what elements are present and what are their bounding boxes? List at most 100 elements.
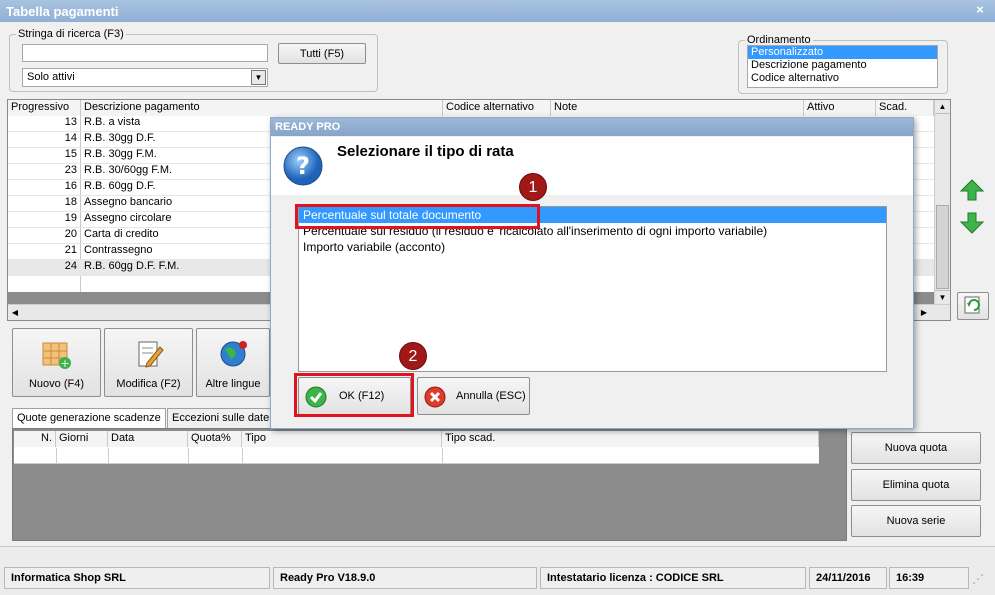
row-description: Contrassegno [84,244,153,256]
arrow-down-icon [959,212,985,234]
edit-button[interactable]: Modifica (F2) [104,328,193,397]
scroll-right-icon[interactable]: ▶ [917,305,931,320]
dialog-question: Selezionare il tipo di rata [337,143,514,160]
status-time: 16:39 [889,567,969,589]
row-number: 13 [64,116,77,128]
rate-type-list[interactable]: Percentuale sul totale documento Percent… [298,206,887,372]
row-description: R.B. 60gg D.F. [84,180,156,192]
cell-divider [242,448,243,464]
languages-button[interactable]: Altre lingue [196,328,270,397]
rate-type-dialog: READY PRO ? Selezionare il tipo di rata … [270,117,914,429]
row-description: R.B. 30gg F.M. [84,148,157,160]
vertical-scrollbar[interactable]: ▲ ▼ [934,100,950,304]
step-marker-2: 2 [399,342,427,370]
status-license: Intestatario licenza : CODICE SRL [540,567,806,589]
svg-text:+: + [60,357,69,369]
row-number: 20 [64,228,77,240]
rate-option[interactable]: Importo variabile (acconto) [299,239,886,255]
svg-text:?: ? [296,152,310,180]
col-header-codice[interactable]: Codice alternativo [443,100,551,116]
col-header-scad[interactable]: Scad. [876,100,934,116]
row-number: 21 [64,244,77,256]
row-description: Assegno bancario [84,196,173,208]
quote-col-n[interactable]: N. [14,431,56,447]
refresh-icon [964,296,980,314]
languages-button-label: Altre lingue [205,378,261,390]
window-title-bar: Tabella pagamenti [0,0,995,22]
edit-button-label: Modifica (F2) [116,378,181,390]
row-description: R.B. 30gg D.F. [84,132,156,144]
quote-col-quota[interactable]: Quota% [188,431,242,447]
step-marker-1: 1 [519,173,547,201]
quote-col-giorni[interactable]: Giorni [56,431,108,447]
row-description: Assegno circolare [84,212,172,224]
all-button[interactable]: Tutti (F5) [278,43,366,64]
row-description: R.B. a vista [84,116,141,128]
chevron-down-icon[interactable]: ▼ [251,70,266,85]
quote-col-tipo-scad[interactable]: Tipo scad. [442,431,819,447]
cancel-button-label: Annulla (ESC) [456,390,526,402]
scroll-up-icon[interactable]: ▲ [935,100,950,114]
dialog-title-bar: READY PRO [271,118,913,136]
refresh-button[interactable] [957,292,989,320]
new-quota-button[interactable]: Nuova quota [851,432,981,464]
new-series-button[interactable]: Nuova serie [851,505,981,537]
row-number: 23 [64,164,77,176]
close-icon[interactable]: × [973,3,987,17]
tab-exceptions[interactable]: Eccezioni sulle date [167,408,275,428]
scroll-left-icon[interactable]: ◀ [8,305,22,320]
quote-row[interactable] [14,448,819,464]
new-grid-icon: + [42,342,71,370]
quote-grid[interactable]: N. Giorni Data Quota% Tipo Tipo scad. [12,428,847,541]
dialog-header: ? Selezionare il tipo di rata [271,137,913,195]
new-button[interactable]: + Nuovo (F4) [12,328,101,397]
sort-option[interactable]: Descrizione pagamento [748,59,937,72]
sort-list[interactable]: Personalizzato Descrizione pagamento Cod… [747,45,938,88]
new-button-label: Nuovo (F4) [28,378,85,390]
status-company: Informatica Shop SRL [4,567,270,589]
arrow-up-icon [959,179,985,201]
globe-icon [220,341,247,367]
quote-col-tipo[interactable]: Tipo [242,431,442,447]
move-down-button[interactable] [958,210,986,236]
quote-col-data[interactable]: Data [108,431,188,447]
col-header-progressivo[interactable]: Progressivo [8,100,81,116]
edit-document-icon [138,341,164,368]
dialog-title: READY PRO [275,121,341,133]
row-number: 14 [64,132,77,144]
window-title: Tabella pagamenti [6,4,119,19]
row-number: 19 [64,212,77,224]
cancel-button[interactable]: Annulla (ESC) [417,377,530,415]
tab-quote[interactable]: Quote generazione scadenze [12,408,166,429]
col-header-attivo[interactable]: Attivo [804,100,876,116]
col-header-descrizione[interactable]: Descrizione pagamento [81,100,443,116]
scroll-thumb[interactable] [936,205,949,289]
row-number: 15 [64,148,77,160]
close-icon [424,386,446,408]
scroll-down-icon[interactable]: ▼ [935,290,950,304]
sort-option[interactable]: Codice alternativo [748,72,937,85]
col-header-note[interactable]: Note [551,100,804,116]
highlight-box-option [295,204,540,229]
row-description: Carta di credito [84,228,159,240]
status-version: Ready Pro V18.9.0 [273,567,537,589]
sort-option[interactable]: Personalizzato [748,46,937,59]
question-icon: ? [283,146,323,186]
resize-grip-icon[interactable]: ⋰ [972,572,990,590]
row-number: 16 [64,180,77,192]
highlight-box-ok [294,373,414,417]
search-legend: Stringa di ricerca (F3) [18,28,124,40]
search-input[interactable] [22,44,268,62]
move-up-button[interactable] [958,177,986,203]
filter-select-value: Solo attivi [27,71,75,83]
cell-divider [442,448,443,464]
filter-select[interactable]: Solo attivi ▼ [22,68,268,87]
status-date: 24/11/2016 [809,567,887,589]
cell-divider [56,448,57,464]
row-description: R.B. 30/60gg F.M. [84,164,173,176]
quote-grid-table: N. Giorni Data Quota% Tipo Tipo scad. [14,431,819,464]
row-description: R.B. 60gg D.F. F.M. [84,260,180,272]
cell-divider [188,448,189,464]
delete-quota-button[interactable]: Elimina quota [851,469,981,501]
cell-divider [108,448,109,464]
